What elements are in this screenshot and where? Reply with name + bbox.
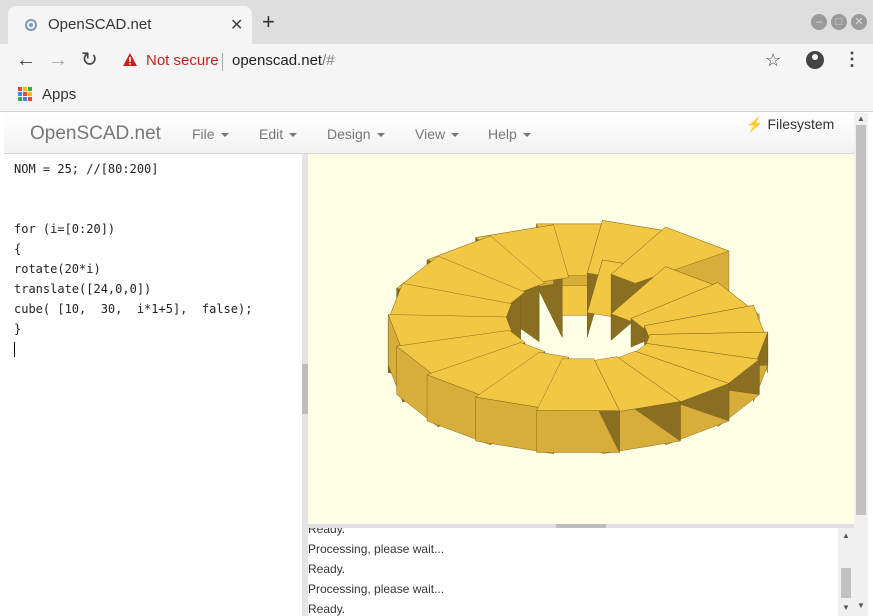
url-path: /# [322,52,335,69]
menu-edit[interactable]: Edit [259,126,297,142]
tab-close-icon[interactable]: ✕ [230,15,243,35]
text-cursor [14,342,15,357]
apps-grid-icon[interactable] [18,87,32,101]
forward-arrow-icon[interactable]: → [48,50,68,70]
scrollbar-thumb[interactable] [856,125,866,515]
tab-title: OpenSCAD.net [48,16,152,33]
maximize-icon[interactable]: □ [831,14,847,30]
warning-icon[interactable] [122,52,138,68]
back-arrow-icon[interactable]: ← [16,50,36,70]
address-separator [222,53,223,71]
menu-design[interactable]: Design [327,126,385,142]
menu-file[interactable]: File [192,126,229,142]
window-close-icon[interactable]: ✕ [851,14,867,30]
web-page: OpenSCAD.net File Edit Design View Help … [4,113,868,616]
bookmarks-bar: Apps [0,78,873,112]
code-line: for (i=[0:20]) [14,222,116,236]
code-line: translate([24,0,0]) [14,282,152,296]
code-editor[interactable]: NOM = 25; //[80:200] for (i=[0:20]) { ro… [4,154,302,616]
security-label[interactable]: Not secure [146,52,219,69]
menu-view[interactable]: View [415,126,459,142]
code-line: } [14,322,22,336]
console-output: Ready. Processing, please wait... Ready.… [308,528,838,616]
scrollbar-thumb[interactable] [841,568,851,598]
bookmark-apps[interactable]: Apps [42,86,76,103]
new-tab-button[interactable]: + [262,11,275,33]
scroll-up-icon[interactable]: ▲ [857,114,865,123]
tab-favicon-icon [25,19,37,31]
reload-icon[interactable]: ↻ [81,50,98,70]
scroll-up-icon[interactable]: ▲ [842,531,850,540]
account-icon[interactable] [806,51,824,69]
plug-icon: ⚡ [746,116,764,132]
filesystem-button[interactable]: ⚡ Filesystem [746,116,834,133]
console-scrollbar[interactable]: ▲ ▼ [838,528,854,616]
minimize-icon[interactable]: – [811,14,827,30]
3d-viewer[interactable] [308,154,854,524]
console-line: Processing, please wait... [308,542,445,556]
app-navbar: OpenSCAD.net File Edit Design View Help … [4,113,854,154]
code-line: { [14,242,22,256]
page-scrollbar[interactable]: ▲ ▼ [854,113,868,616]
console-line: Ready. [308,562,346,576]
scroll-down-icon[interactable]: ▼ [842,603,850,612]
browser-tabstrip: OpenSCAD.net ✕ + – □ ✕ [0,0,873,44]
filesystem-label: Filesystem [767,116,835,132]
console-line: Ready. [308,602,346,616]
browser-tab[interactable]: OpenSCAD.net ✕ [8,6,252,44]
star-icon[interactable]: ☆ [765,50,781,71]
console-line: Processing, please wait... [308,582,445,596]
code-line: cube( [10, 30, i*1+5], false); [14,302,253,316]
app-brand[interactable]: OpenSCAD.net [30,123,161,145]
code-line: NOM = 25; //[80:200] [14,162,159,176]
address-bar[interactable]: openscad.net/# [232,52,335,69]
url-host: openscad.net [232,52,323,69]
scroll-down-icon[interactable]: ▼ [857,601,865,610]
menu-help[interactable]: Help [488,126,531,142]
3d-model-render [387,220,769,455]
console-line: Ready. [308,528,346,536]
kebab-menu-icon[interactable]: ⋮ [843,49,861,70]
browser-toolbar: ← → ↻ Not secure openscad.net/# ☆ ⋮ [0,44,873,78]
code-line: rotate(20*i) [14,262,101,276]
